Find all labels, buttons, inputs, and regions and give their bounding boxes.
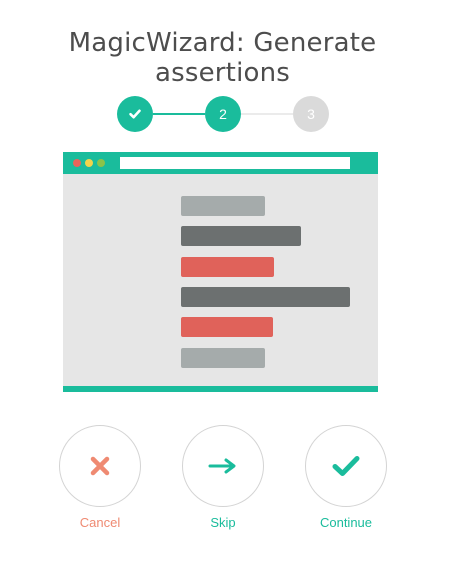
continue-button[interactable] [305,425,387,507]
cancel-action: Cancel [59,425,141,530]
step-1-complete [117,96,153,132]
close-icon [90,456,110,476]
continue-action: Continue [305,425,387,530]
browser-title-bar [63,152,378,174]
cancel-button[interactable] [59,425,141,507]
browser-footer [63,386,378,392]
page-title: MagicWizard: Generate assertions [68,28,377,88]
stepper-line-complete [153,113,205,115]
window-maximize-dot-icon [97,159,105,167]
skip-label[interactable]: Skip [182,515,264,530]
wizard-stepper: 2 3 [117,96,329,132]
content-bar [181,257,274,277]
address-bar [120,157,350,169]
step-3-label: 3 [307,106,315,122]
content-bar [181,348,265,368]
cancel-label[interactable]: Cancel [59,515,141,530]
content-bar [181,196,265,216]
skip-action: Skip [182,425,264,530]
step-2-label: 2 [219,106,227,122]
stepper-line-pending [241,113,293,115]
continue-label[interactable]: Continue [305,515,387,530]
checkmark-icon [332,456,360,476]
arrow-right-icon [208,458,236,474]
content-bar [181,226,301,246]
content-bar [181,287,350,307]
checkmark-icon [129,109,141,119]
browser-illustration [63,152,378,392]
skip-button[interactable] [182,425,264,507]
content-bar [181,317,273,337]
step-2-active: 2 [205,96,241,132]
window-close-dot-icon [73,159,81,167]
window-minimize-dot-icon [85,159,93,167]
step-3-pending: 3 [293,96,329,132]
